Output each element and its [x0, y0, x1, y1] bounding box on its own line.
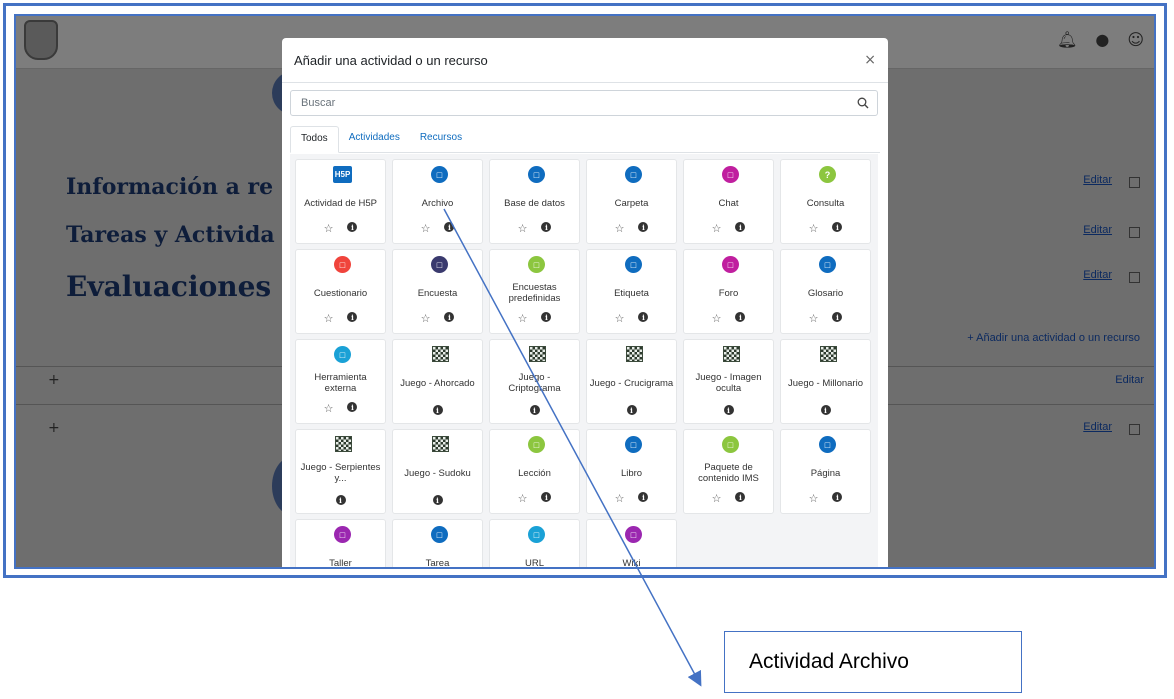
annotation-callout: Actividad Archivo	[724, 631, 1022, 693]
callout-text: Actividad Archivo	[749, 650, 909, 673]
annotation-arrow	[443, 208, 702, 687]
